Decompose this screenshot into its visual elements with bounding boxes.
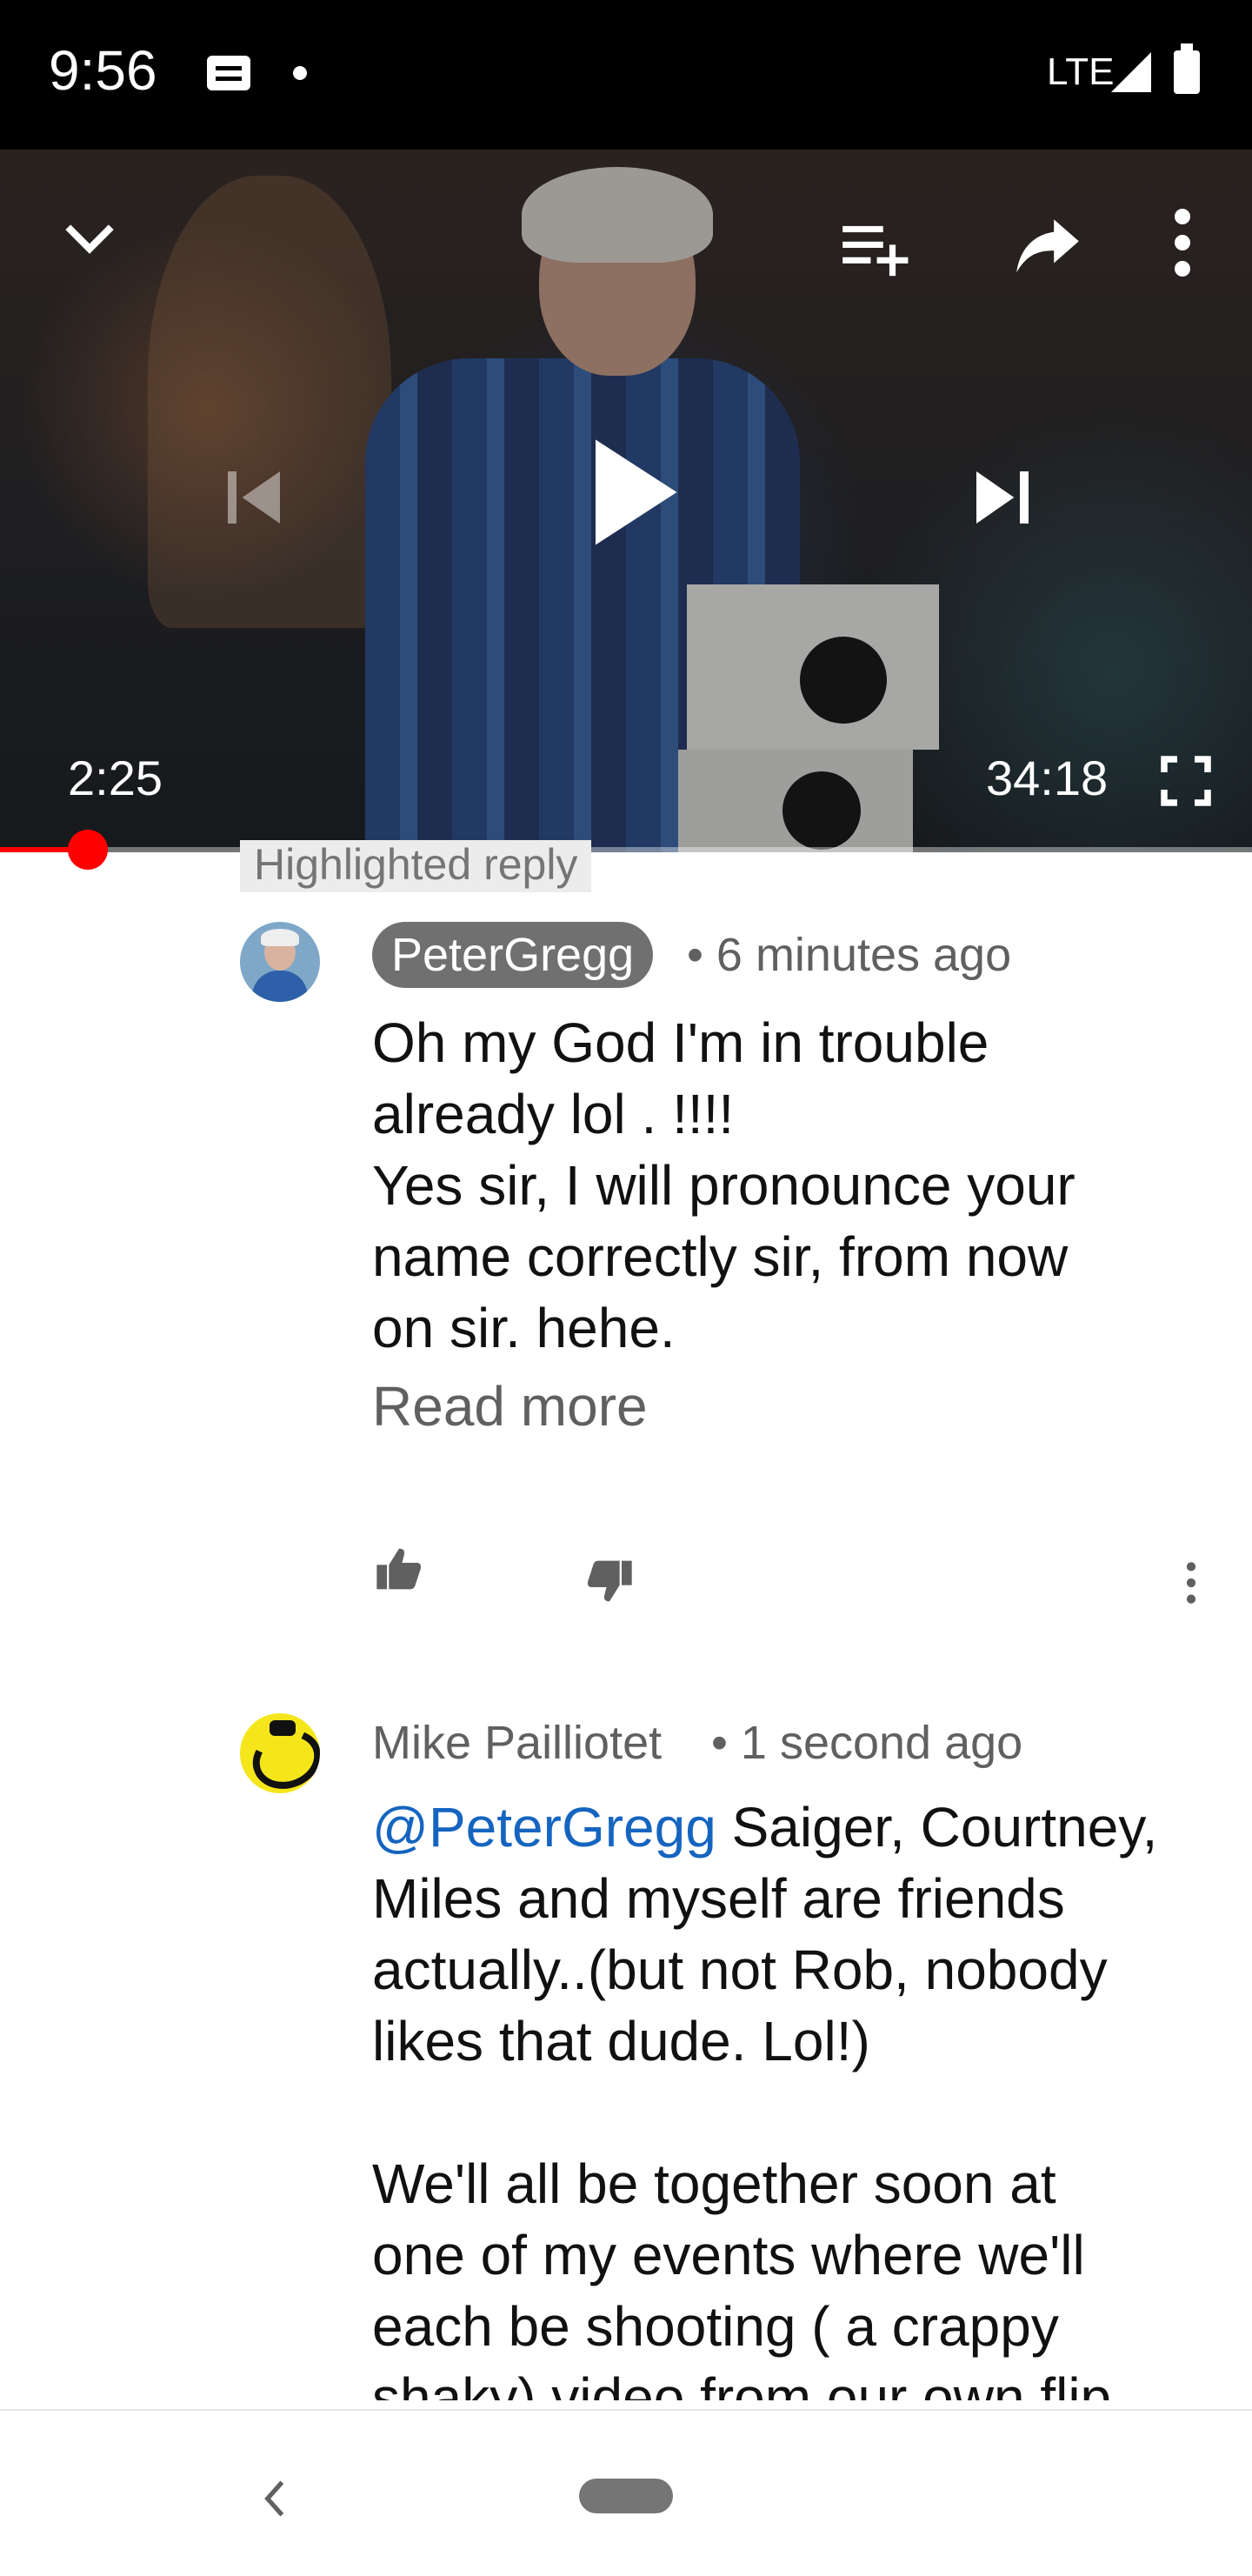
comment-more-icon[interactable] bbox=[1182, 1558, 1200, 1607]
comment-author[interactable]: PeterGregg bbox=[372, 922, 654, 988]
message-icon bbox=[207, 56, 250, 90]
avatar[interactable] bbox=[240, 1713, 320, 1793]
progress-track[interactable] bbox=[0, 847, 1252, 852]
avatar-logo-mark bbox=[244, 1720, 320, 1793]
next-icon[interactable] bbox=[965, 463, 1040, 532]
home-pill-icon[interactable] bbox=[579, 2479, 673, 2513]
avatar-hair bbox=[261, 929, 299, 946]
avatar[interactable] bbox=[240, 922, 320, 1002]
notification-dot-icon bbox=[293, 66, 307, 80]
progress-scrubber[interactable] bbox=[68, 830, 108, 870]
total-duration: 34:18 bbox=[986, 751, 1109, 805]
video-player[interactable]: 2:25 34:18 bbox=[0, 150, 1252, 852]
comment-text: @PeterGregg Saiger, Courtney, Miles and … bbox=[372, 1792, 1207, 2400]
system-nav-bar bbox=[0, 2409, 1252, 2576]
highlighted-reply-label: Highlighted reply bbox=[240, 840, 592, 892]
add-to-queue-icon[interactable] bbox=[836, 210, 911, 285]
current-time: 2:25 bbox=[68, 751, 163, 805]
fullscreen-icon[interactable] bbox=[1160, 755, 1212, 807]
status-bar: 9:56 LTE bbox=[0, 0, 1252, 150]
mention-link[interactable]: @PeterGregg bbox=[372, 1796, 716, 1859]
back-icon[interactable] bbox=[257, 2477, 292, 2520]
signal-icon bbox=[1111, 52, 1151, 92]
previous-icon[interactable] bbox=[219, 463, 289, 532]
read-more-link[interactable]: Read more bbox=[372, 1374, 648, 1438]
comment-text: Oh my God I'm in trouble already lol . !… bbox=[372, 1011, 1076, 1359]
more-vertical-icon[interactable] bbox=[1165, 204, 1200, 282]
comment-author[interactable]: Mike Pailliotet bbox=[372, 1710, 662, 1776]
network-type: LTE bbox=[1047, 50, 1115, 93]
comment-body: Saiger, Courtney, Miles and myself are f… bbox=[372, 1796, 1158, 2400]
status-time: 9:56 bbox=[49, 39, 157, 102]
thumbs-up-icon[interactable] bbox=[372, 1545, 426, 1593]
thumbs-down-icon[interactable] bbox=[583, 1557, 636, 1605]
comment-time: • 6 minutes ago bbox=[687, 929, 1012, 981]
avatar-shirt bbox=[252, 971, 308, 1002]
battery-icon bbox=[1174, 43, 1200, 94]
chevron-down-icon[interactable] bbox=[61, 210, 118, 268]
comment-time: • 1 second ago bbox=[711, 1717, 1023, 1769]
play-icon[interactable] bbox=[586, 433, 682, 551]
share-icon[interactable] bbox=[1010, 207, 1085, 282]
